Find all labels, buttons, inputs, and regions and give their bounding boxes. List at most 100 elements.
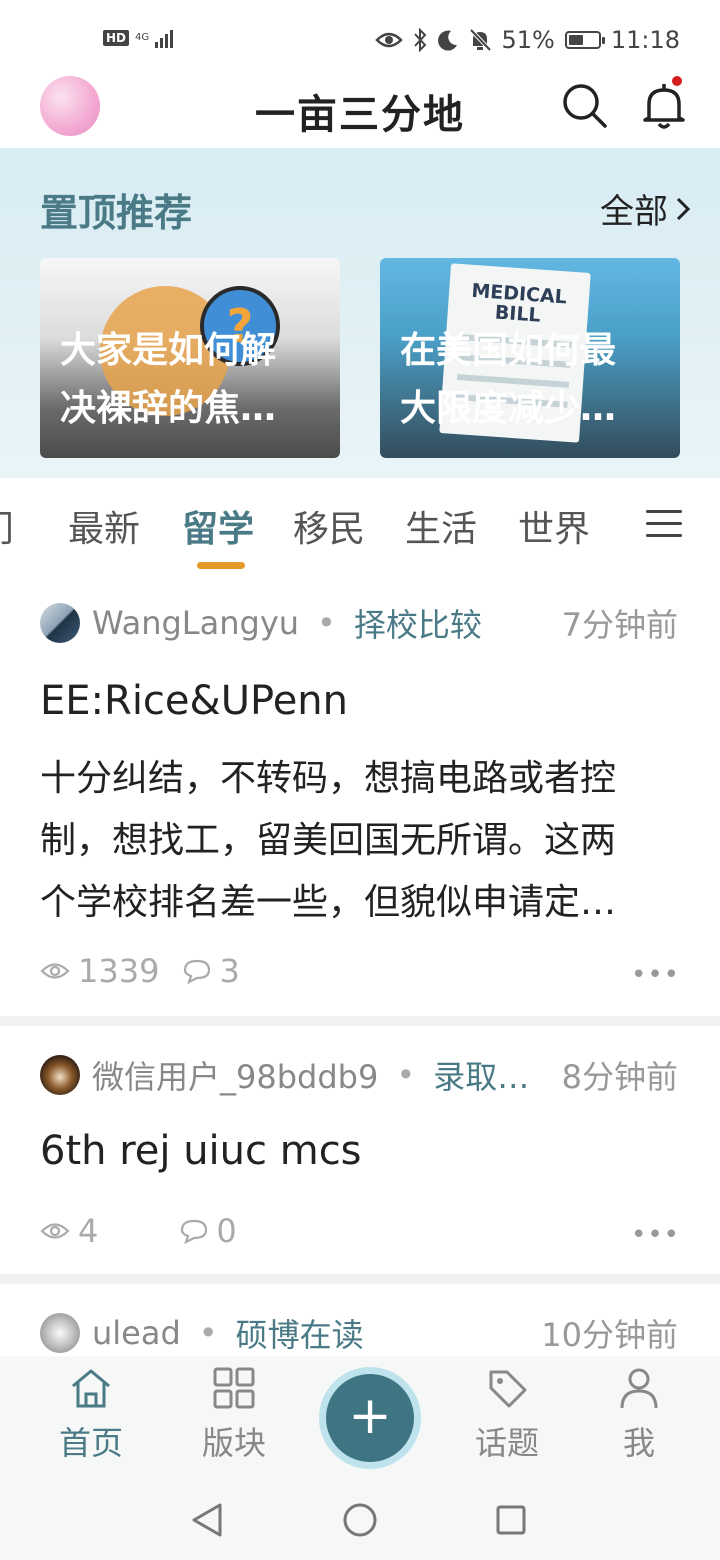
grid-icon — [213, 1367, 255, 1409]
view-count: 1339 — [78, 952, 160, 990]
author-avatar[interactable] — [40, 1313, 80, 1353]
home-icon — [72, 1369, 110, 1408]
battery-level — [568, 35, 583, 45]
tab-study-abroad[interactable]: 留学 — [182, 500, 254, 552]
notification-dot — [672, 76, 682, 86]
pinned-card[interactable]: MEDICAL BILL 在美国如何最 大限度减少… — [380, 258, 680, 458]
bottom-nav: 首页 版块 + 话题 我 — [0, 1356, 720, 1486]
nav-me[interactable]: 我 — [584, 1366, 694, 1464]
battery-icon — [564, 31, 605, 49]
author-name[interactable]: 微信用户_98bddb9 — [92, 1052, 378, 1098]
post-card[interactable]: ulead • 硕博在读 10分钟前 — [0, 1284, 720, 1356]
moon-icon — [438, 30, 458, 51]
back-icon[interactable] — [190, 1502, 224, 1538]
nav-boards[interactable]: 版块 — [179, 1366, 289, 1464]
card-title-line: 大限度减少… — [400, 388, 617, 429]
active-tab-indicator — [197, 562, 245, 569]
home-circle-icon[interactable] — [342, 1502, 378, 1538]
tab-life[interactable]: 生活 — [405, 500, 477, 552]
post-title: EE:Rice&UPenn — [40, 678, 349, 724]
person-icon — [620, 1368, 658, 1409]
post-divider — [0, 1274, 720, 1284]
pinned-recommendations: 置顶推荐 全部 ? 大家是如何解 决裸辞的焦… MEDICAL BILL 在美国… — [0, 148, 720, 478]
view-all-label: 全部 — [600, 192, 668, 232]
post-title: 6th rej uiuc mcs — [40, 1128, 362, 1174]
post-meta: 微信用户_98bddb9 • 录取… — [40, 1052, 529, 1098]
search-icon[interactable] — [561, 82, 607, 128]
mute-bell-icon — [470, 28, 492, 52]
pinned-card[interactable]: ? 大家是如何解 决裸辞的焦… — [40, 258, 340, 458]
nav-home[interactable]: 首页 — [36, 1366, 146, 1464]
comment-icon — [184, 959, 211, 984]
comment-icon — [181, 1219, 208, 1244]
nav-label: 话题 — [474, 1424, 539, 1462]
post-excerpt: 十分纠结，不转码，想搞电路或者控 制，想找工，留美回国无所谓。这两 个学校排名差… — [40, 748, 680, 934]
app-header: 一亩三分地 — [0, 76, 720, 148]
post-stats: 1339 3 — [40, 952, 240, 990]
tab-world[interactable]: 世界 — [518, 500, 590, 552]
post-time: 7分钟前 — [561, 606, 678, 644]
card-title-line: 在美国如何最 — [400, 330, 617, 371]
app-title: 一亩三分地 — [255, 92, 465, 138]
hd-icon: HD — [103, 30, 130, 46]
category-tabs: 门 最新 留学 移民 生活 世界 — [0, 478, 720, 578]
chevron-right-icon — [676, 197, 691, 220]
topic-link[interactable]: 择校比较 — [354, 600, 482, 646]
post-divider — [0, 1016, 720, 1026]
separator: • — [396, 1056, 416, 1094]
author-avatar[interactable] — [40, 603, 80, 643]
more-options-icon[interactable]: ••• — [631, 960, 680, 990]
excerpt-line: 个学校排名差一些，但貌似申请定… — [40, 882, 617, 923]
post-time: 10分钟前 — [541, 1316, 678, 1354]
eye-icon — [40, 1223, 70, 1239]
separator: • — [317, 604, 336, 642]
card-title: 在美国如何最 大限度减少… — [400, 322, 666, 438]
signal-bars-icon — [155, 28, 174, 48]
post-card[interactable]: WangLangyu • 择校比较 7分钟前 EE:Rice&UPenn 十分纠… — [0, 578, 720, 1018]
status-right: 51% 11:18 — [375, 26, 680, 54]
author-name[interactable]: WangLangyu — [92, 604, 299, 642]
system-nav-bar — [0, 1486, 720, 1560]
card-title: 大家是如何解 决裸辞的焦… — [60, 322, 326, 438]
eye-icon — [375, 32, 404, 48]
battery-percent: 51% — [501, 26, 555, 54]
author-name[interactable]: ulead — [92, 1314, 181, 1352]
tag-icon — [489, 1370, 527, 1408]
network-label: 4G — [135, 32, 150, 43]
tab-latest[interactable]: 最新 — [68, 500, 140, 552]
post-card[interactable]: 微信用户_98bddb9 • 录取… 8分钟前 6th rej uiuc mcs… — [0, 1026, 720, 1276]
topic-link[interactable]: 录取… — [433, 1052, 529, 1098]
more-options-icon[interactable]: ••• — [631, 1220, 680, 1250]
separator: • — [198, 1314, 218, 1352]
post-meta: ulead • 硕博在读 — [40, 1310, 364, 1356]
nav-topics[interactable]: 话题 — [452, 1366, 562, 1464]
tab-partial[interactable]: 门 — [0, 500, 14, 552]
excerpt-line: 制，想找工，留美回国无所谓。这两 — [40, 820, 617, 861]
section-title: 置顶推荐 — [40, 191, 193, 235]
recents-icon[interactable] — [495, 1504, 527, 1536]
card-title-line: 大家是如何解 — [60, 330, 277, 371]
post-meta: WangLangyu • 择校比较 — [40, 600, 482, 646]
tab-immigration[interactable]: 移民 — [293, 500, 365, 552]
nav-label: 我 — [622, 1424, 655, 1462]
4g-signal-icon: 4G — [135, 33, 149, 43]
excerpt-line: 十分纠结，不转码，想搞电路或者控 — [40, 758, 617, 799]
author-avatar[interactable] — [40, 1055, 80, 1095]
nav-label: 版块 — [201, 1424, 266, 1462]
card-title-line: 决裸辞的焦… — [60, 388, 277, 429]
view-all-link[interactable]: 全部 — [600, 184, 692, 233]
status-bar: HD 4G 51% 11:18 — [0, 0, 720, 76]
status-left: HD 4G — [103, 28, 174, 48]
post-time: 8分钟前 — [561, 1058, 678, 1096]
view-count: 4 — [78, 1212, 99, 1250]
bluetooth-icon — [414, 28, 427, 52]
comment-count: 0 — [216, 1212, 237, 1250]
comment-count: 3 — [219, 952, 240, 990]
create-post-button[interactable]: + — [326, 1374, 414, 1462]
bell-icon[interactable] — [641, 80, 687, 130]
menu-icon[interactable] — [646, 510, 682, 540]
eye-icon — [40, 963, 70, 979]
topic-link[interactable]: 硕博在读 — [236, 1310, 364, 1356]
nav-label: 首页 — [58, 1424, 123, 1462]
clock: 11:18 — [610, 26, 680, 54]
